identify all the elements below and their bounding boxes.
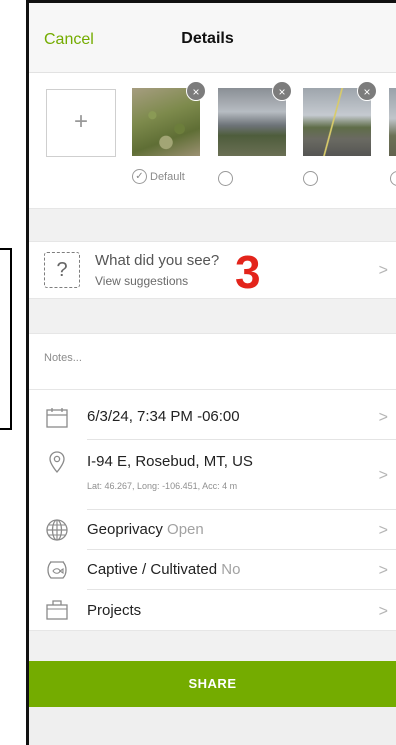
default-photo-selector[interactable]: ✓ Default (132, 169, 185, 184)
details-list: 6/3/24, 7:34 PM -06:00 > I-94 E, Rosebud… (29, 389, 396, 631)
captive-label: Captive / Cultivated No (87, 561, 240, 578)
chevron-right-icon: > (378, 562, 388, 579)
captive-row[interactable]: Captive / Cultivated No > (29, 550, 396, 590)
plus-icon: + (73, 108, 88, 135)
view-suggestions-link[interactable]: View suggestions (95, 274, 188, 288)
section-gap (29, 299, 396, 333)
geoprivacy-label: Geoprivacy Open (87, 521, 204, 538)
remove-photo-icon[interactable]: × (272, 81, 292, 101)
geoprivacy-row[interactable]: Geoprivacy Open > (29, 510, 396, 550)
date-time-row[interactable]: 6/3/24, 7:34 PM -06:00 > (29, 390, 396, 440)
notes-placeholder: Notes... (44, 352, 82, 364)
default-label: Default (150, 170, 185, 183)
page-title: Details (181, 30, 234, 47)
annotation-number: 3 (235, 246, 261, 298)
remove-photo-icon[interactable]: × (357, 81, 377, 101)
captive-value: No (221, 561, 241, 578)
location-row[interactable]: I-94 E, Rosebud, MT, US Lat: 46.267, Lon… (29, 440, 396, 510)
projects-label: Projects (87, 602, 142, 619)
remove-photo-icon[interactable]: × (186, 81, 206, 101)
section-gap (29, 631, 396, 661)
photo-radio-4[interactable] (390, 171, 396, 186)
photo-image (389, 88, 396, 156)
check-circle-icon: ✓ (132, 169, 147, 184)
captive-title: Captive / Cultivated (87, 561, 218, 578)
photo-thumbnail-4[interactable] (389, 88, 396, 156)
annotation-bracket (0, 248, 12, 430)
section-gap (29, 209, 396, 241)
nav-header: Cancel Details (29, 3, 396, 73)
photo-thumbnail-1[interactable]: × (132, 81, 206, 156)
chevron-right-icon: > (378, 522, 388, 539)
geoprivacy-value: Open (167, 521, 204, 538)
photo-thumbnail-3[interactable]: × (303, 81, 377, 156)
chevron-right-icon: > (378, 467, 388, 484)
location-value: I-94 E, Rosebud, MT, US (87, 453, 253, 470)
add-photo-button[interactable]: + (46, 89, 116, 157)
fishbowl-icon (47, 561, 67, 579)
bottom-bar (29, 707, 396, 745)
date-time-value: 6/3/24, 7:34 PM -06:00 (87, 408, 240, 425)
species-selector[interactable]: ? What did you see? View suggestions 3 > (29, 241, 396, 299)
projects-row[interactable]: Projects > (29, 590, 396, 632)
geoprivacy-title: Geoprivacy (87, 521, 163, 538)
photo-radio-2[interactable] (218, 171, 233, 186)
location-coordinates: Lat: 46.267, Long: -106.451, Acc: 4 m (87, 481, 238, 491)
chevron-right-icon: > (378, 603, 388, 620)
unknown-species-icon: ? (44, 252, 80, 288)
photo-radio-3[interactable] (303, 171, 318, 186)
species-prompt: What did you see? (95, 252, 220, 269)
phone-screen: Cancel Details + × × × ✓ Default ? What … (26, 0, 396, 745)
photo-thumbnail-2[interactable]: × (218, 81, 292, 156)
share-button[interactable]: SHARE (29, 661, 396, 707)
photo-strip: + × × × ✓ Default (29, 73, 396, 209)
globe-icon (46, 519, 68, 541)
calendar-icon (46, 408, 68, 428)
briefcase-icon (46, 600, 68, 620)
chevron-right-icon: > (378, 409, 388, 426)
location-pin-icon (49, 451, 65, 473)
chevron-right-icon: > (378, 262, 388, 279)
notes-field[interactable]: Notes... (29, 333, 396, 389)
